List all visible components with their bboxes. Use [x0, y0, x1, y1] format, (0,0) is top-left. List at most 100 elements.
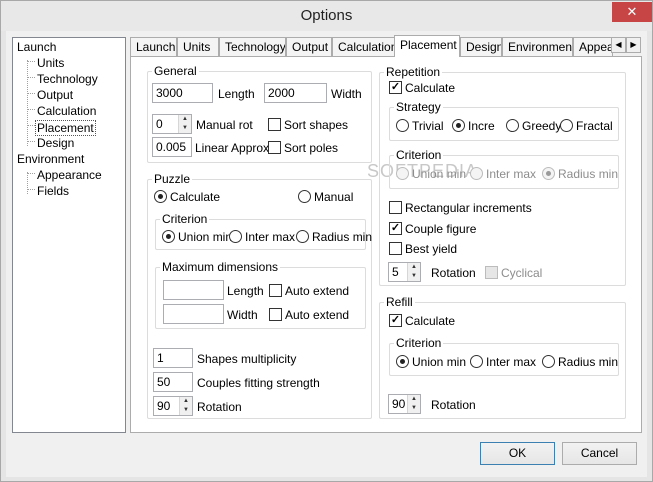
category-tree[interactable]: Launch Units Technology Output Calculati… — [12, 37, 126, 433]
tree-item-fields[interactable]: Fields — [37, 184, 69, 198]
couple-figure-checkbox[interactable]: ✓ — [389, 222, 402, 235]
spin-up-icon[interactable]: ▲ — [408, 395, 420, 404]
strategy-greedy-label: Greedy — [522, 119, 562, 133]
spinner-buttons[interactable]: ▲ ▼ — [178, 115, 191, 133]
tab-placement[interactable]: Placement — [394, 35, 460, 57]
max-width-input[interactable] — [163, 304, 224, 324]
refill-inter-max-radio[interactable] — [470, 355, 483, 368]
spin-up-icon[interactable]: ▲ — [180, 397, 192, 406]
strategy-incre-label: Incre — [468, 119, 495, 133]
tree-item-placement[interactable]: Placement — [35, 120, 96, 136]
manual-rot-spinner[interactable]: 0 ▲ ▼ — [152, 114, 192, 134]
strategy-title: Strategy — [394, 100, 443, 114]
couples-strength-input[interactable]: 50 — [153, 372, 193, 392]
spin-down-icon[interactable]: ▼ — [179, 124, 191, 133]
spin-up-icon[interactable]: ▲ — [408, 263, 420, 272]
spinner-buttons[interactable]: ▲ ▼ — [179, 397, 192, 415]
refill-union-min-radio[interactable] — [396, 355, 409, 368]
spin-down-icon[interactable]: ▼ — [408, 404, 420, 413]
auto-extend-width-checkbox[interactable] — [269, 308, 282, 321]
spin-up-icon[interactable]: ▲ — [179, 115, 191, 124]
refill-rotation-value: 90 — [392, 397, 406, 411]
couples-strength-label: Couples fitting strength — [197, 376, 320, 390]
strategy-fractal-radio[interactable] — [560, 119, 573, 132]
sort-shapes-label: Sort shapes — [284, 118, 349, 132]
puzzle-criterion-group: Criterion Union min Inter max Radius min — [155, 212, 372, 250]
tree-item-calculation[interactable]: Calculation — [37, 104, 96, 118]
tab-scroll-right-icon[interactable]: ▶ — [626, 37, 641, 53]
shapes-multiplicity-label: Shapes multiplicity — [197, 352, 297, 366]
repetition-calculate-checkbox[interactable]: ✓ — [389, 81, 402, 94]
refill-inter-max-label: Inter max — [486, 355, 537, 369]
cyclical-checkbox[interactable] — [485, 266, 498, 279]
auto-extend-length-checkbox[interactable] — [269, 284, 282, 297]
tab-design[interactable]: Design — [460, 37, 502, 56]
length-input[interactable]: 3000 — [152, 83, 213, 103]
tab-output[interactable]: Output — [286, 37, 332, 56]
rep-inter-max-radio[interactable] — [470, 167, 483, 180]
tree-item-output[interactable]: Output — [37, 88, 73, 102]
puzzle-inter-max-radio[interactable] — [229, 230, 242, 243]
max-length-input[interactable] — [163, 280, 224, 300]
tree-item-design[interactable]: Design — [37, 136, 74, 150]
spin-down-icon[interactable]: ▼ — [408, 272, 420, 281]
best-yield-label: Best yield — [405, 242, 458, 256]
strategy-group: Strategy Trivial Incre Greedy Fractal — [389, 100, 619, 141]
refill-calculate-label: Calculate — [405, 314, 456, 328]
sort-shapes-checkbox[interactable] — [268, 118, 281, 131]
general-title: General — [152, 64, 199, 78]
puzzle-union-min-radio[interactable] — [162, 230, 175, 243]
spinner-buttons[interactable]: ▲ ▼ — [407, 263, 420, 281]
spinner-buttons[interactable]: ▲ ▼ — [407, 395, 420, 413]
refill-group: Refill ✓ Calculate Criterion Union min I… — [379, 295, 626, 419]
tree-connector — [27, 109, 35, 110]
strategy-trivial-radio[interactable] — [396, 119, 409, 132]
tab-environment[interactable]: Environment — [502, 37, 573, 56]
tree-item-environment[interactable]: Environment — [17, 152, 84, 166]
repetition-rotation-label: Rotation — [431, 266, 476, 280]
rect-increments-checkbox[interactable] — [389, 201, 402, 214]
strategy-fractal-label: Fractal — [576, 119, 613, 133]
window-title: Options — [300, 7, 353, 24]
ok-button[interactable]: OK — [480, 442, 555, 465]
rep-union-min-radio[interactable] — [396, 167, 409, 180]
puzzle-manual-radio[interactable] — [298, 190, 311, 203]
rep-radius-min-radio[interactable] — [542, 167, 555, 180]
tab-launch[interactable]: Launch — [130, 37, 177, 56]
puzzle-calculate-label: Calculate — [170, 190, 221, 204]
best-yield-checkbox[interactable] — [389, 242, 402, 255]
tree-item-technology[interactable]: Technology — [37, 72, 98, 86]
placement-panel: SOFTPEDIA General 3000 Length 2000 Width… — [130, 56, 642, 433]
title-bar: Options ✕ — [1, 1, 652, 31]
strategy-incre-radio[interactable] — [452, 119, 465, 132]
refill-calculate-checkbox[interactable]: ✓ — [389, 314, 402, 327]
tree-item-units[interactable]: Units — [37, 56, 64, 70]
refill-rotation-label: Rotation — [431, 398, 476, 412]
tab-scroll-left-icon[interactable]: ◀ — [611, 37, 626, 53]
width-input[interactable]: 2000 — [264, 83, 327, 103]
tab-appearance[interactable]: Appea — [573, 37, 613, 56]
refill-radius-min-radio[interactable] — [542, 355, 555, 368]
tab-units[interactable]: Units — [177, 37, 219, 56]
refill-rotation-spinner[interactable]: 90 ▲ ▼ — [388, 394, 421, 414]
puzzle-rotation-spinner[interactable]: 90 ▲ ▼ — [153, 396, 193, 416]
sort-poles-checkbox[interactable] — [268, 141, 281, 154]
rect-increments-label: Rectangular increments — [405, 201, 532, 215]
puzzle-radius-min-radio[interactable] — [296, 230, 309, 243]
spin-down-icon[interactable]: ▼ — [180, 406, 192, 415]
tree-item-appearance[interactable]: Appearance — [37, 168, 102, 182]
tree-item-launch[interactable]: Launch — [17, 40, 56, 54]
tab-control: Launch Units Technology Output Calculati… — [130, 35, 642, 433]
close-icon[interactable]: ✕ — [612, 2, 652, 22]
linear-approx-input[interactable]: 0.005 — [152, 137, 192, 157]
sort-poles-label: Sort poles — [284, 141, 339, 155]
puzzle-calculate-radio[interactable] — [154, 190, 167, 203]
strategy-greedy-radio[interactable] — [506, 119, 519, 132]
manual-rot-label: Manual rot — [196, 118, 253, 132]
repetition-rotation-spinner[interactable]: 5 ▲ ▼ — [388, 262, 421, 282]
cyclical-label: Cyclical — [501, 266, 543, 280]
shapes-multiplicity-input[interactable]: 1 — [153, 348, 193, 368]
tab-technology[interactable]: Technology — [219, 37, 286, 56]
tab-calculation[interactable]: Calculation — [332, 37, 395, 56]
cancel-button[interactable]: Cancel — [562, 442, 637, 465]
